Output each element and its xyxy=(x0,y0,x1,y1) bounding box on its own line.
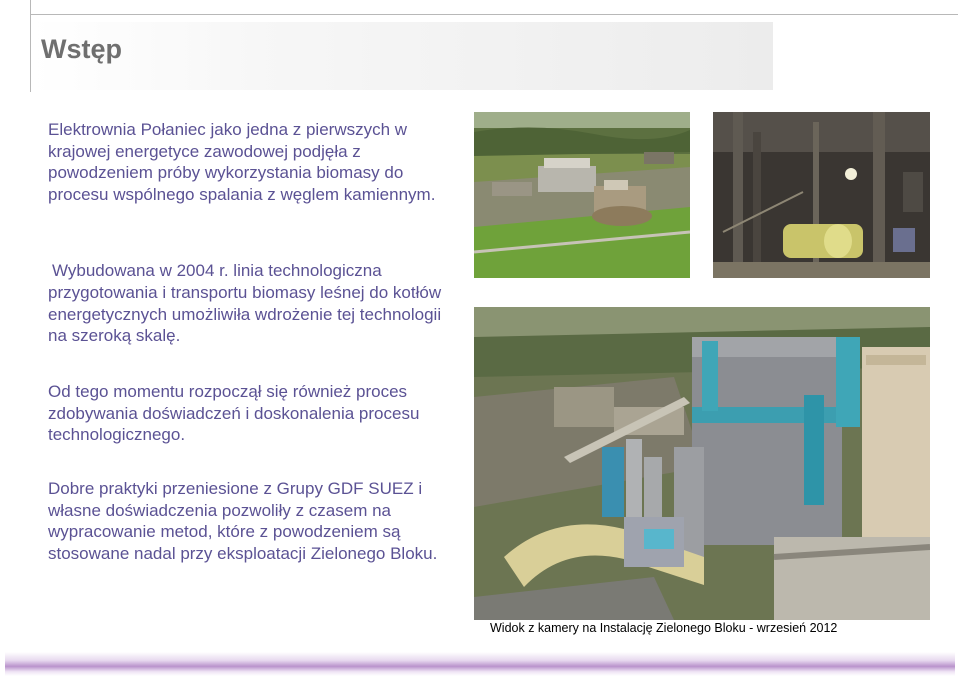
paragraph-line-rest: przygotowania i transportu biomasy leśne… xyxy=(48,283,442,346)
title-horizontal-rule xyxy=(30,14,958,15)
slide-title: Wstęp xyxy=(41,34,122,64)
paragraph-experience: Od tego momentu rozpoczął się również pr… xyxy=(48,382,420,445)
photo-caption: Widok z kamery na Instalację Zielonego B… xyxy=(490,621,838,635)
boiler-hall-interior-photo xyxy=(713,112,930,278)
paragraph-practices: Dobre praktyki przeniesione z Grupy GDF … xyxy=(48,479,438,564)
paragraph-intro: Elektrownia Połaniec jako jedna z pierws… xyxy=(48,120,436,205)
title-band xyxy=(31,22,773,90)
bottom-decorative-band xyxy=(5,652,955,676)
paragraph-line-first: Wybudowana w 2004 r. linia technologiczn… xyxy=(52,261,382,280)
aerial-biomass-yard-photo xyxy=(474,112,690,278)
green-block-aerial-photo xyxy=(474,307,930,620)
